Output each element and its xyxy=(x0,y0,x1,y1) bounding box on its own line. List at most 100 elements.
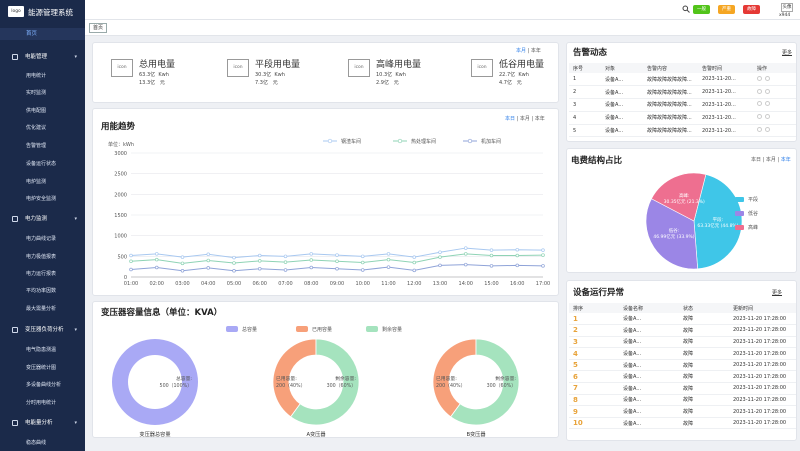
data-point[interactable] xyxy=(283,260,288,264)
donut-segment[interactable] xyxy=(112,339,198,425)
handle-icon[interactable] xyxy=(765,114,770,120)
alarm-more-link[interactable]: 更多 xyxy=(782,49,792,56)
sidebar-group-quality[interactable]: 电能量分析 ▾ xyxy=(0,417,85,429)
table-row[interactable]: 1 设备A... 故障故障故障故障... 2023-11-20... xyxy=(569,73,796,87)
data-point[interactable] xyxy=(438,250,442,254)
device-more-link[interactable]: 更多 xyxy=(772,289,782,296)
sidebar-group-energy[interactable]: 电能管理 ▾ xyxy=(0,51,85,63)
data-point[interactable] xyxy=(438,263,442,268)
data-point[interactable] xyxy=(258,253,262,258)
view-icon[interactable] xyxy=(757,127,762,133)
handle-icon[interactable] xyxy=(765,101,770,107)
data-point[interactable] xyxy=(412,255,417,259)
table-row[interactable]: 2 设备A... 故障 2023-11-20 17:28:00 xyxy=(569,324,796,337)
table-row[interactable]: 6 设备A... 故障 2023-11-20 17:28:00 xyxy=(569,370,796,384)
sidebar-item[interactable]: 用电统计 xyxy=(26,72,46,79)
sidebar-item-home[interactable]: 首页 xyxy=(0,28,85,40)
sidebar-item[interactable]: 优化建议 xyxy=(26,124,46,131)
data-point[interactable] xyxy=(335,266,339,271)
data-point[interactable] xyxy=(309,265,314,270)
table-row[interactable]: 9 设备A... 故障 2023-11-20 17:28:00 xyxy=(569,405,796,418)
sidebar-item[interactable]: 电力运行报表 xyxy=(26,270,56,277)
data-point[interactable] xyxy=(180,255,185,259)
sidebar-group-transformer[interactable]: 变压器负荷分析 ▾ xyxy=(0,324,85,336)
view-icon[interactable] xyxy=(757,114,762,120)
table-row[interactable]: 4 设备A... 故障故障故障故障... 2023-11-20... xyxy=(569,111,796,125)
data-point[interactable] xyxy=(129,259,133,264)
data-point[interactable] xyxy=(515,253,520,258)
data-point[interactable] xyxy=(232,269,236,273)
sidebar-item[interactable]: 设备运行状态 xyxy=(26,160,56,167)
data-point[interactable] xyxy=(386,252,391,256)
data-point[interactable] xyxy=(464,246,468,250)
data-point[interactable] xyxy=(464,252,468,256)
data-point[interactable] xyxy=(541,264,545,268)
sidebar-group-power[interactable]: 电力监测 ▾ xyxy=(0,213,85,225)
data-point[interactable] xyxy=(180,261,185,266)
user-name[interactable]: x944 xyxy=(779,13,790,18)
table-row[interactable]: 5 设备A... 故障故障故障故障... 2023-11-20... xyxy=(569,124,796,138)
data-point[interactable] xyxy=(361,254,365,259)
alert-serious-button[interactable]: 严重 xyxy=(718,5,735,14)
table-row[interactable]: 1 设备A... 故障 2023-11-20 17:28:00 xyxy=(569,313,796,326)
data-point[interactable] xyxy=(258,259,262,263)
data-point[interactable] xyxy=(180,269,185,273)
table-row[interactable]: 3 设备A... 故障故障故障故障... 2023-11-20... xyxy=(569,98,796,112)
sidebar-item[interactable]: 告警管理 xyxy=(26,142,46,149)
view-icon[interactable] xyxy=(757,88,762,94)
sidebar-item[interactable]: 多设备曲线分析 xyxy=(26,381,61,388)
sidebar-item[interactable]: 电力极值报表 xyxy=(26,253,56,260)
data-point[interactable] xyxy=(541,248,545,252)
data-point[interactable] xyxy=(361,268,365,272)
table-row[interactable]: 10 设备A... 故障 2023-11-20 17:28:00 xyxy=(569,417,796,430)
period-month[interactable]: 本月 xyxy=(516,48,526,54)
data-point[interactable] xyxy=(258,266,262,271)
data-point[interactable] xyxy=(283,254,288,259)
tab-home[interactable]: 首页 xyxy=(89,23,108,33)
data-point[interactable] xyxy=(489,253,494,258)
data-point[interactable] xyxy=(232,255,236,260)
alert-general-button[interactable]: 一般 xyxy=(693,5,710,14)
data-point[interactable] xyxy=(206,266,210,270)
table-row[interactable]: 3 设备A... 故障 2023-11-20 17:28:00 xyxy=(569,336,796,349)
handle-icon[interactable] xyxy=(765,75,770,81)
data-point[interactable] xyxy=(283,268,288,272)
data-point[interactable] xyxy=(206,258,210,263)
period-year[interactable]: 本年 xyxy=(535,116,545,122)
avatar[interactable]: 头像 xyxy=(781,3,793,12)
data-point[interactable] xyxy=(129,267,133,272)
sidebar-item[interactable]: 最大需量分析 xyxy=(26,305,56,312)
data-point[interactable] xyxy=(206,252,210,257)
data-point[interactable] xyxy=(489,264,494,268)
data-point[interactable] xyxy=(541,253,545,257)
sidebar-item[interactable]: 电炉监测 xyxy=(26,178,46,185)
sidebar-item[interactable]: 电气隐患测温 xyxy=(26,346,56,353)
view-icon[interactable] xyxy=(757,75,762,81)
sidebar-item[interactable]: 变压器统计图 xyxy=(26,364,56,371)
handle-icon[interactable] xyxy=(765,127,770,133)
data-point[interactable] xyxy=(515,247,520,252)
period-month[interactable]: 本月 xyxy=(520,116,530,122)
sidebar-item[interactable]: 分时用电统计 xyxy=(26,399,56,406)
data-point[interactable] xyxy=(386,257,391,262)
sidebar-item[interactable]: 平均功率因数 xyxy=(26,287,56,294)
sidebar-item[interactable]: 电力曲线记录 xyxy=(26,235,56,242)
period-year[interactable]: 本年 xyxy=(531,48,541,54)
sidebar-item[interactable]: 稳态曲线 xyxy=(26,439,46,446)
data-point[interactable] xyxy=(154,252,159,256)
data-point[interactable] xyxy=(438,255,442,259)
data-point[interactable] xyxy=(412,268,417,273)
alert-fault-button[interactable]: 故障 xyxy=(743,5,760,14)
data-point[interactable] xyxy=(335,259,339,264)
table-row[interactable]: 4 设备A... 故障 2023-11-20 17:28:00 xyxy=(569,347,796,360)
data-point[interactable] xyxy=(335,253,339,257)
data-point[interactable] xyxy=(154,265,159,270)
data-point[interactable] xyxy=(361,260,365,265)
table-row[interactable]: 2 设备A... 故障故障故障故障... 2023-11-20... xyxy=(569,85,796,100)
data-point[interactable] xyxy=(464,262,468,267)
table-row[interactable]: 5 设备A... 故障 2023-11-20 17:28:00 xyxy=(569,359,796,372)
data-point[interactable] xyxy=(232,261,236,265)
sidebar-item[interactable]: 电炉安全监测 xyxy=(26,195,56,202)
data-point[interactable] xyxy=(309,252,314,256)
data-point[interactable] xyxy=(309,258,314,262)
